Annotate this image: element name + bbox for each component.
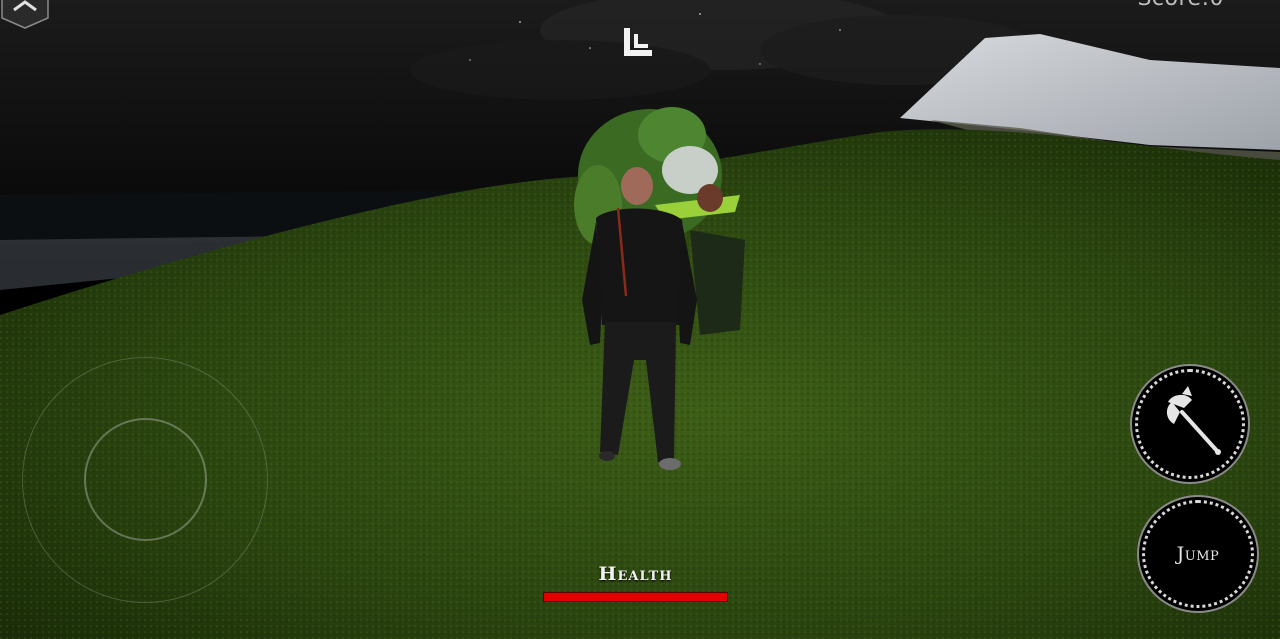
menu-button[interactable] [0, 0, 54, 30]
health-label: Health [598, 563, 673, 585]
joystick-knob[interactable] [84, 418, 207, 541]
battle-axe-icon [1166, 386, 1221, 455]
score-display: Score:0 [1137, 0, 1224, 11]
attack-button[interactable] [1135, 369, 1245, 479]
jump-label: Jump [1176, 543, 1220, 565]
jump-button[interactable]: Jump [1142, 500, 1254, 608]
health-bar-fill [544, 593, 727, 601]
health-bar [543, 592, 728, 602]
objective-marker-icon [624, 28, 652, 56]
